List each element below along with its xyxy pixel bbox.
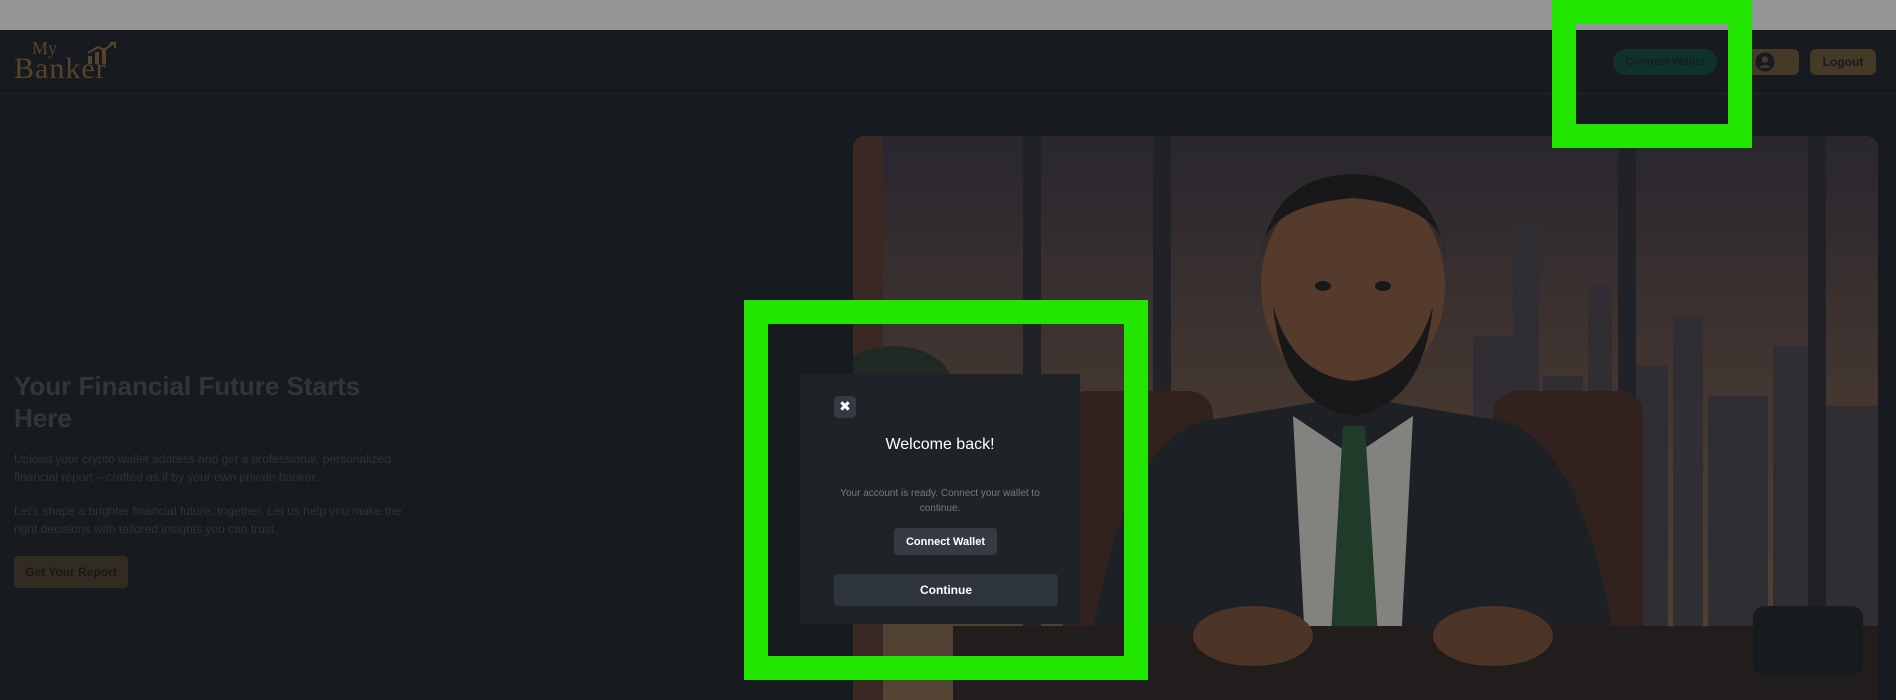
welcome-modal: ✖ Welcome back! Your account is ready. C… [800,374,1080,624]
modal-title: Welcome back! [885,436,995,453]
modal-message: Your account is ready. Connect your wall… [840,488,1040,514]
modal-connect-wallet-button[interactable]: Connect Wallet [894,528,997,555]
continue-button[interactable]: Continue [834,574,1058,606]
close-icon[interactable]: ✖ [834,396,856,418]
